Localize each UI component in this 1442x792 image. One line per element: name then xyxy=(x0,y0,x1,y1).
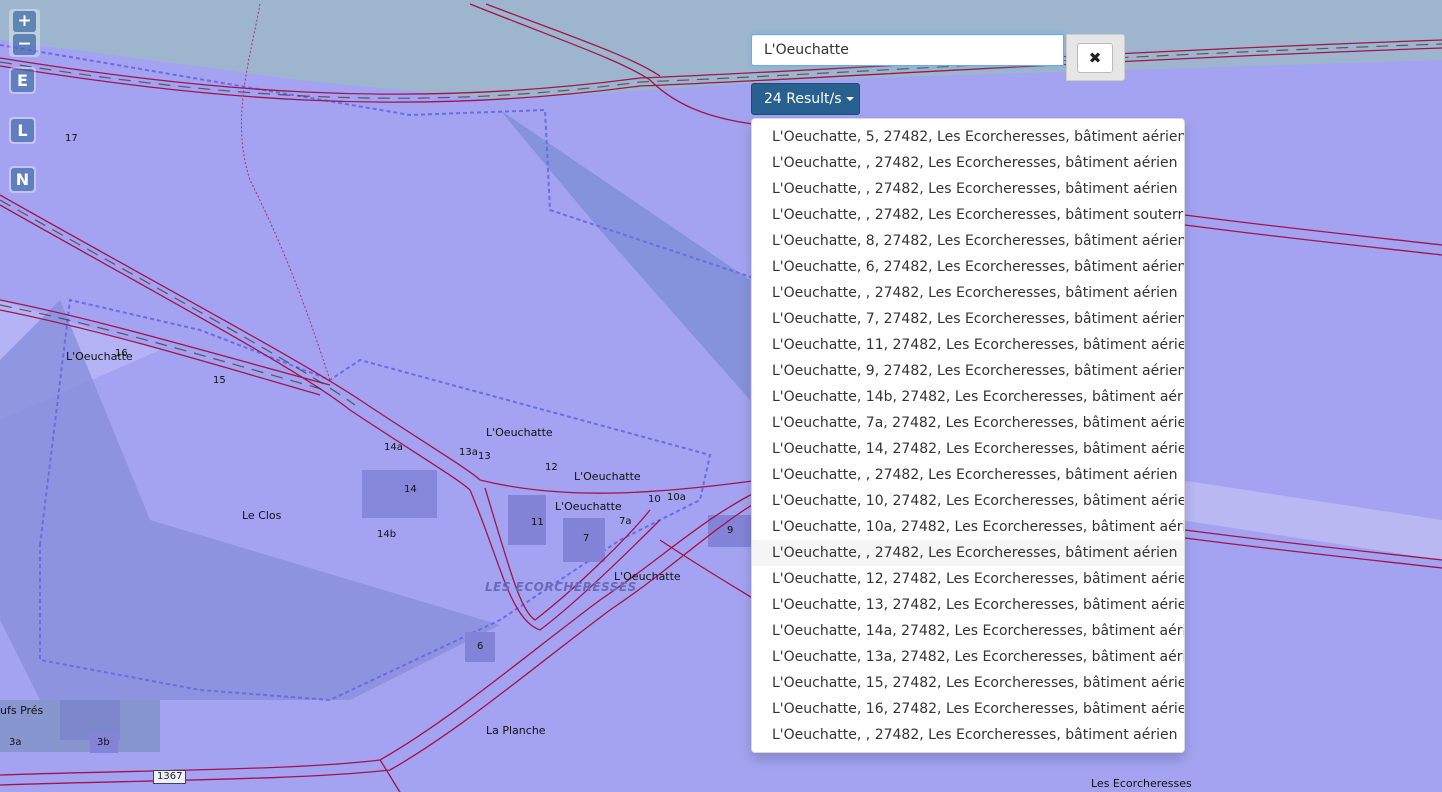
zoom-control: + − xyxy=(9,9,40,57)
result-item[interactable]: L'Oeuchatte, 7, 27482, Les Ecorcheresses… xyxy=(752,306,1184,332)
clear-search-button[interactable]: ✖ xyxy=(1077,43,1113,73)
house-number: 3b xyxy=(97,737,110,748)
house-number: 3a xyxy=(9,737,22,748)
result-item[interactable]: L'Oeuchatte, 10, 27482, Les Ecorcheresse… xyxy=(752,488,1184,514)
result-item[interactable]: L'Oeuchatte, , 27482, Les Ecorcheresses,… xyxy=(752,202,1184,228)
zoom-out-button[interactable]: − xyxy=(13,34,36,55)
result-item[interactable]: L'Oeuchatte, 14b, 27482, Les Ecorcheress… xyxy=(752,384,1184,410)
result-item[interactable]: L'Oeuchatte, 6, 27482, Les Ecorcheresses… xyxy=(752,254,1184,280)
result-item[interactable]: L'Oeuchatte, 14, 27482, Les Ecorcheresse… xyxy=(752,436,1184,462)
clear-button-group: ✖ xyxy=(1066,34,1125,81)
house-number: 16 xyxy=(115,348,128,359)
results-dropdown-button[interactable]: 24 Result/s xyxy=(751,83,860,115)
result-item[interactable]: L'Oeuchatte, , 27482, Les Ecorcheresses,… xyxy=(752,150,1184,176)
results-count-label: 24 Result/s xyxy=(764,91,842,107)
result-item[interactable]: L'Oeuchatte, 10a, 27482, Les Ecorcheress… xyxy=(752,514,1184,540)
house-number: 11 xyxy=(531,517,544,528)
layer-e-button[interactable]: E xyxy=(9,67,36,94)
result-item[interactable]: L'Oeuchatte, , 27482, Les Ecorcheresses,… xyxy=(752,176,1184,202)
house-number: 9 xyxy=(727,525,734,536)
result-item[interactable]: L'Oeuchatte, , 27482, Les Ecorcheresses,… xyxy=(752,462,1184,488)
house-number: 13 xyxy=(478,451,491,462)
house-number: 15 xyxy=(213,375,226,386)
zoom-in-button[interactable]: + xyxy=(13,11,36,32)
place-label: Le Clos xyxy=(242,509,282,522)
house-number: 10 xyxy=(648,494,661,505)
close-icon: ✖ xyxy=(1088,49,1102,67)
results-dropdown-menu: L'Oeuchatte, 5, 27482, Les Ecorcheresses… xyxy=(751,118,1185,753)
result-item[interactable]: L'Oeuchatte, 15, 27482, Les Ecorcheresse… xyxy=(752,670,1184,696)
layer-e-label: E xyxy=(11,69,34,92)
place-label: L'Oeuchatte xyxy=(486,426,553,439)
area-label: LES ECORCHERESSES xyxy=(485,580,637,594)
place-label: ufs Prés xyxy=(0,704,44,717)
layer-n-button[interactable]: N xyxy=(9,166,36,193)
place-label: L'Oeuchatte xyxy=(555,500,622,513)
layer-l-label: L xyxy=(11,119,34,142)
result-item[interactable]: L'Oeuchatte, 5, 27482, Les Ecorcheresses… xyxy=(752,124,1184,150)
place-label: La Planche xyxy=(486,724,546,737)
layer-n-label: N xyxy=(11,168,34,191)
house-number: 14a xyxy=(384,442,403,453)
result-item[interactable]: L'Oeuchatte, , 27482, Les Ecorcheresses,… xyxy=(752,540,1184,566)
result-item[interactable]: L'Oeuchatte, , 27482, Les Ecorcheresses,… xyxy=(752,722,1184,748)
layer-l-button[interactable]: L xyxy=(9,117,36,144)
house-number: 17 xyxy=(65,133,78,144)
map-layers xyxy=(0,0,1442,792)
result-item[interactable]: L'Oeuchatte, 13, 27482, Les Ecorcheresse… xyxy=(752,592,1184,618)
result-item[interactable]: L'Oeuchatte, 8, 27482, Les Ecorcheresses… xyxy=(752,228,1184,254)
house-number: 10a xyxy=(667,492,686,503)
house-number: 12 xyxy=(545,462,558,473)
house-number: 14 xyxy=(404,484,417,495)
caret-down-icon xyxy=(845,97,854,101)
place-label: L'Oeuchatte xyxy=(574,470,641,483)
result-item[interactable]: L'Oeuchatte, 16, 27482, Les Ecorcheresse… xyxy=(752,696,1184,722)
result-item[interactable]: L'Oeuchatte, 11, 27482, Les Ecorcheresse… xyxy=(752,332,1184,358)
house-number: 7a xyxy=(619,516,632,527)
map-canvas[interactable]: L'Oeuchatte L'Oeuchatte L'Oeuchatte L'Oe… xyxy=(0,0,1442,792)
house-number: 13a xyxy=(459,447,478,458)
house-number: 7 xyxy=(583,533,590,544)
result-item[interactable]: L'Oeuchatte, 7a, 27482, Les Ecorcheresse… xyxy=(752,410,1184,436)
road-ref-badge: 1367 xyxy=(153,770,187,784)
house-number: 6 xyxy=(477,641,484,652)
place-label: Les Ecorcheresses xyxy=(1091,777,1192,790)
result-item[interactable]: L'Oeuchatte, 9, 27482, Les Ecorcheresses… xyxy=(752,358,1184,384)
result-item[interactable]: L'Oeuchatte, , 27482, Les Ecorcheresses,… xyxy=(752,280,1184,306)
search-input[interactable] xyxy=(751,34,1064,66)
result-item[interactable]: L'Oeuchatte, 13a, 27482, Les Ecorcheress… xyxy=(752,644,1184,670)
house-number: 14b xyxy=(377,529,397,540)
result-item[interactable]: L'Oeuchatte, 14a, 27482, Les Ecorcheress… xyxy=(752,618,1184,644)
result-item[interactable]: L'Oeuchatte, 12, 27482, Les Ecorcheresse… xyxy=(752,566,1184,592)
